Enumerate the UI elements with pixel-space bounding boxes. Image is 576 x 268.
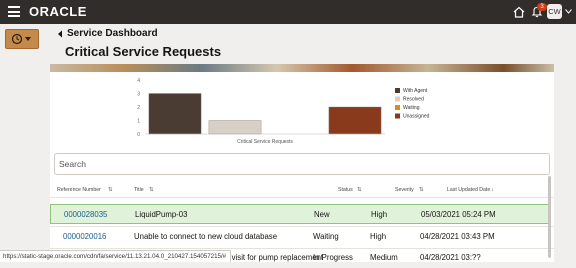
legend-swatch xyxy=(395,88,400,93)
row-status: In Progress xyxy=(313,253,353,262)
back-arrow-icon[interactable] xyxy=(57,30,63,38)
clock-icon xyxy=(11,33,31,45)
y-tick-label: 3 xyxy=(137,91,140,97)
back-link-label[interactable]: Service Dashboard xyxy=(67,28,158,39)
table-row[interactable]: 0000028035 LiquidPump-03 New High 05/03/… xyxy=(50,204,549,224)
legend-swatch xyxy=(395,113,400,119)
reference-link[interactable]: 0000028035 xyxy=(64,210,107,219)
row-severity: Medium xyxy=(370,253,398,262)
legend-label[interactable]: Resolved xyxy=(403,97,424,103)
row-title: te visit for pump replacement xyxy=(223,253,324,262)
column-header-last-updated[interactable]: Last Updated Date xyxy=(447,187,490,193)
row-severity: High xyxy=(371,210,388,219)
column-header-title[interactable]: Title xyxy=(134,187,144,193)
recent-items-button[interactable] xyxy=(5,29,39,49)
legend-label[interactable]: With Agent xyxy=(403,88,428,94)
chevron-down-icon[interactable] xyxy=(565,9,572,14)
avatar[interactable]: CW xyxy=(547,4,562,19)
reference-link[interactable]: 0000020016 xyxy=(63,232,106,241)
y-tick-label: 0 xyxy=(137,132,140,138)
row-title: LiquidPump-03 xyxy=(135,210,188,219)
legend-label[interactable]: Waiting xyxy=(403,105,420,111)
hamburger-menu-icon[interactable] xyxy=(8,6,20,17)
search-box[interactable] xyxy=(54,153,550,175)
top-bar: ORACLE 3 CW xyxy=(0,0,576,24)
chart-x-axis-label: Critical Service Requests xyxy=(237,139,293,145)
y-tick-label: 4 xyxy=(137,78,140,84)
legend-swatch xyxy=(395,105,400,110)
column-header-reference-number[interactable]: Reference Number xyxy=(57,187,101,193)
search-input[interactable] xyxy=(55,154,539,174)
column-header-severity[interactable]: Severity xyxy=(395,187,414,193)
row-updated: 04/28/2021 03:?? xyxy=(420,253,481,262)
scrollbar[interactable] xyxy=(548,176,551,258)
page-title: Critical Service Requests xyxy=(65,44,222,59)
header-divider xyxy=(50,197,554,198)
row-updated: 05/03/2021 05:24 PM xyxy=(421,210,496,219)
service-requests-chart: 0 1 2 3 4 Critical Service Requests With Age… xyxy=(137,78,430,145)
chart-bar-resolved[interactable] xyxy=(208,120,262,135)
column-header-status[interactable]: Status xyxy=(338,187,353,193)
row-status: New xyxy=(314,210,330,219)
row-updated: 04/28/2021 03:43 PM xyxy=(420,232,495,241)
sort-severity-icon[interactable]: ⇅ xyxy=(419,187,424,193)
chart-bar-unassigned[interactable] xyxy=(328,106,382,135)
y-tick-label: 2 xyxy=(137,105,140,111)
row-severity: High xyxy=(370,232,387,241)
decorative-banner xyxy=(50,64,554,72)
legend-label[interactable]: Unassigned xyxy=(403,114,430,120)
notification-badge: 3 xyxy=(537,3,547,11)
y-tick-label: 1 xyxy=(137,118,140,124)
row-status: Waiting xyxy=(313,232,339,241)
left-rail xyxy=(0,24,50,262)
row-title: Unable to connect to new cloud database xyxy=(134,232,278,241)
chart-bar-with-agent[interactable] xyxy=(148,93,202,135)
content-panel: 0 1 2 3 4 Critical Service Requests With Age… xyxy=(50,72,554,262)
sort-reference-icon[interactable]: ⇅ xyxy=(108,187,113,193)
home-icon[interactable] xyxy=(513,6,525,18)
oracle-logo: ORACLE xyxy=(29,4,87,19)
sort-title-icon[interactable]: ⇅ xyxy=(149,187,154,193)
sort-updated-icon[interactable]: ↓ xyxy=(491,187,494,193)
status-url: https://static-stage.oracle.com/cdn/fa/s… xyxy=(0,250,232,262)
legend-swatch xyxy=(395,96,400,102)
sort-status-icon[interactable]: ⇅ xyxy=(357,187,362,193)
table-row[interactable]: 0000020016 Unable to connect to new clou… xyxy=(50,227,549,247)
